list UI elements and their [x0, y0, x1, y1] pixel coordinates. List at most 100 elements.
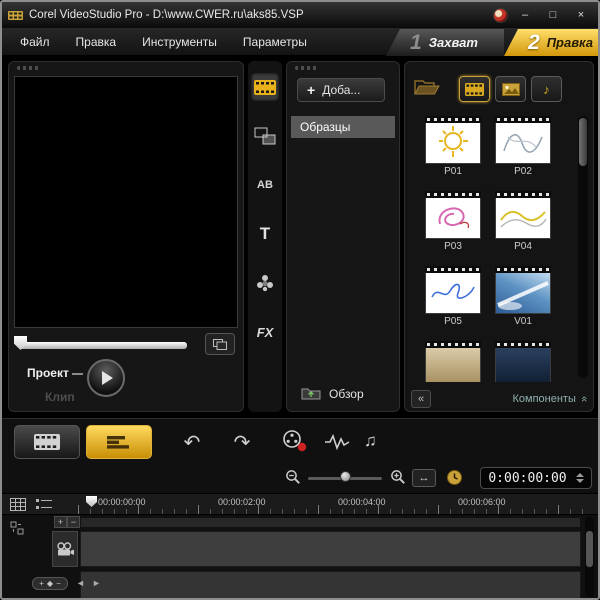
timeline-view-button[interactable] — [86, 425, 152, 459]
timecode-display[interactable]: 0:00:00:00 — [480, 467, 592, 489]
minimize-button[interactable]: – — [514, 6, 536, 24]
timeline-scrollbar[interactable] — [585, 517, 594, 597]
thumbnail-partial-1[interactable] — [425, 341, 481, 382]
wave-drawing — [500, 210, 547, 228]
collapse-panel-button[interactable]: « — [411, 389, 431, 408]
seek-bar[interactable] — [19, 342, 187, 349]
plus-icon: + — [57, 516, 64, 527]
music-note-icon: ♪ — [543, 81, 550, 97]
fit-project-button[interactable]: ↔ — [412, 469, 436, 487]
video-track-lane[interactable] — [80, 531, 581, 567]
title-t-icon: T — [259, 224, 271, 243]
nav-media-button[interactable] — [251, 73, 279, 101]
timecode-value: 0:00:00:00 — [488, 470, 567, 486]
play-button[interactable] — [87, 359, 125, 397]
thumbnail-label: P04 — [514, 241, 532, 252]
undo-button[interactable]: ↶ — [170, 425, 214, 459]
redo-button[interactable]: ↷ — [220, 425, 264, 459]
components-toggle[interactable]: Компоненты « — [512, 392, 590, 405]
video-filmstrip-icon — [465, 82, 484, 96]
zoom-slider-handle[interactable] — [340, 471, 351, 482]
overlay-track-lane[interactable] — [80, 571, 581, 598]
clip-mode-label[interactable]: Клип — [45, 390, 75, 404]
filmstrip-edge — [425, 341, 481, 348]
library-folder-icon[interactable] — [414, 77, 440, 97]
timeline-ruler[interactable]: 00:00:00:00 00:00:02:00 00:00:04:00 00:0… — [2, 493, 598, 515]
timeline-section: ↶ ↷ ♫ ↔ 0:00:00:00 00:00:00:00 00:00:02:… — [2, 418, 598, 598]
step-capture-label: Захват — [428, 35, 478, 50]
tracks-area: + − + ◆ − ◄ ► — [2, 515, 598, 598]
browse-button[interactable]: Обзор — [301, 386, 364, 401]
nav-graphics-button[interactable] — [251, 269, 279, 297]
step-tab-capture[interactable]: 1 Захват — [386, 29, 504, 56]
sky-photo — [497, 281, 549, 310]
filter-audio-button[interactable]: ♪ — [531, 76, 562, 102]
panel-grip[interactable] — [17, 66, 39, 70]
library-scrollbar-thumb[interactable] — [579, 118, 587, 166]
thumbnail-p03[interactable]: P03 — [425, 191, 481, 253]
transition-icon — [254, 127, 276, 145]
timeline-scrollbar-thumb[interactable] — [586, 531, 593, 567]
clock-icon[interactable] — [446, 469, 463, 486]
preview-panel: Проект Клип — [8, 61, 244, 412]
ruler-scale[interactable]: 00:00:00:00 00:00:02:00 00:00:04:00 00:0… — [78, 494, 590, 514]
browse-folder-icon — [301, 388, 321, 400]
chapter-point-button[interactable]: + ◆ − — [32, 577, 68, 590]
add-button[interactable]: + Доба... — [297, 78, 385, 102]
menu-item-edit[interactable]: Правка — [76, 35, 117, 49]
menu-item-settings[interactable]: Параметры — [243, 35, 307, 49]
nav-fx-button[interactable]: FX — [251, 318, 279, 346]
video-track-header[interactable] — [52, 531, 78, 567]
nav-transition-button[interactable] — [251, 122, 279, 150]
maximize-button[interactable]: □ — [542, 6, 564, 24]
thumbnail-label: V01 — [514, 316, 532, 327]
track-list-icon[interactable] — [36, 498, 52, 511]
enlarge-preview-button[interactable] — [205, 333, 235, 355]
zoom-out-icon[interactable] — [285, 469, 301, 485]
nav-title-button[interactable]: T — [251, 220, 279, 248]
components-label: Компоненты — [512, 392, 576, 405]
panel-grip[interactable] — [295, 66, 317, 70]
timecode-spinner[interactable] — [575, 473, 584, 483]
filmstrip-edge — [495, 191, 551, 198]
thumbnail-p05[interactable]: P05 — [425, 266, 481, 328]
thumbnail-partial-2[interactable] — [495, 341, 551, 382]
plus-icon: + — [39, 579, 44, 588]
auto-music-icon[interactable]: ♫ — [364, 431, 377, 451]
step-tab-edit[interactable]: 2 Правка — [504, 29, 598, 56]
scroll-right-button[interactable]: ► — [92, 578, 101, 588]
track-swap-icon[interactable] — [10, 521, 24, 535]
filmstrip-edge — [495, 116, 551, 123]
sun-drawing — [439, 126, 468, 157]
menu-item-tools[interactable]: Инструменты — [142, 35, 217, 49]
close-button[interactable]: × — [570, 6, 592, 24]
swirl-drawing — [438, 207, 470, 229]
browse-label: Обзор — [329, 386, 364, 401]
sound-mixer-icon[interactable] — [324, 433, 350, 451]
track-manager-icon[interactable] — [10, 498, 26, 511]
app-icon — [8, 10, 23, 20]
playhead-marker[interactable] — [86, 496, 97, 507]
menu-item-file[interactable]: Файл — [20, 35, 50, 49]
filter-video-button[interactable] — [459, 76, 490, 102]
thumbnail-p04[interactable]: P04 — [495, 191, 551, 253]
thumbnail-p02[interactable]: P02 — [495, 116, 551, 178]
project-mode-label[interactable]: Проект — [27, 366, 69, 380]
cue-remove-button[interactable]: − — [67, 516, 80, 528]
zoom-in-icon[interactable] — [390, 469, 406, 485]
thumbnail-p01[interactable]: P01 — [425, 116, 481, 178]
storyboard-view-button[interactable] — [14, 425, 80, 459]
chevron-up-icon: « — [577, 395, 590, 402]
record-screen-icon[interactable] — [282, 429, 308, 453]
cue-track[interactable] — [80, 517, 581, 528]
nav-ab-transition-button[interactable]: AB — [251, 171, 279, 199]
gallery-item-samples[interactable]: Образцы — [291, 116, 395, 138]
scribble-drawing — [503, 134, 543, 153]
scroll-left-button[interactable]: ◄ — [76, 578, 85, 588]
thumbnail-v01[interactable]: V01 — [495, 266, 551, 328]
thumbnail-label: P03 — [444, 241, 462, 252]
filter-image-button[interactable] — [495, 76, 526, 102]
library-bottom-bar: « Компоненты « — [405, 386, 593, 411]
library-scrollbar[interactable] — [578, 116, 588, 378]
cue-add-button[interactable]: + — [54, 516, 67, 528]
